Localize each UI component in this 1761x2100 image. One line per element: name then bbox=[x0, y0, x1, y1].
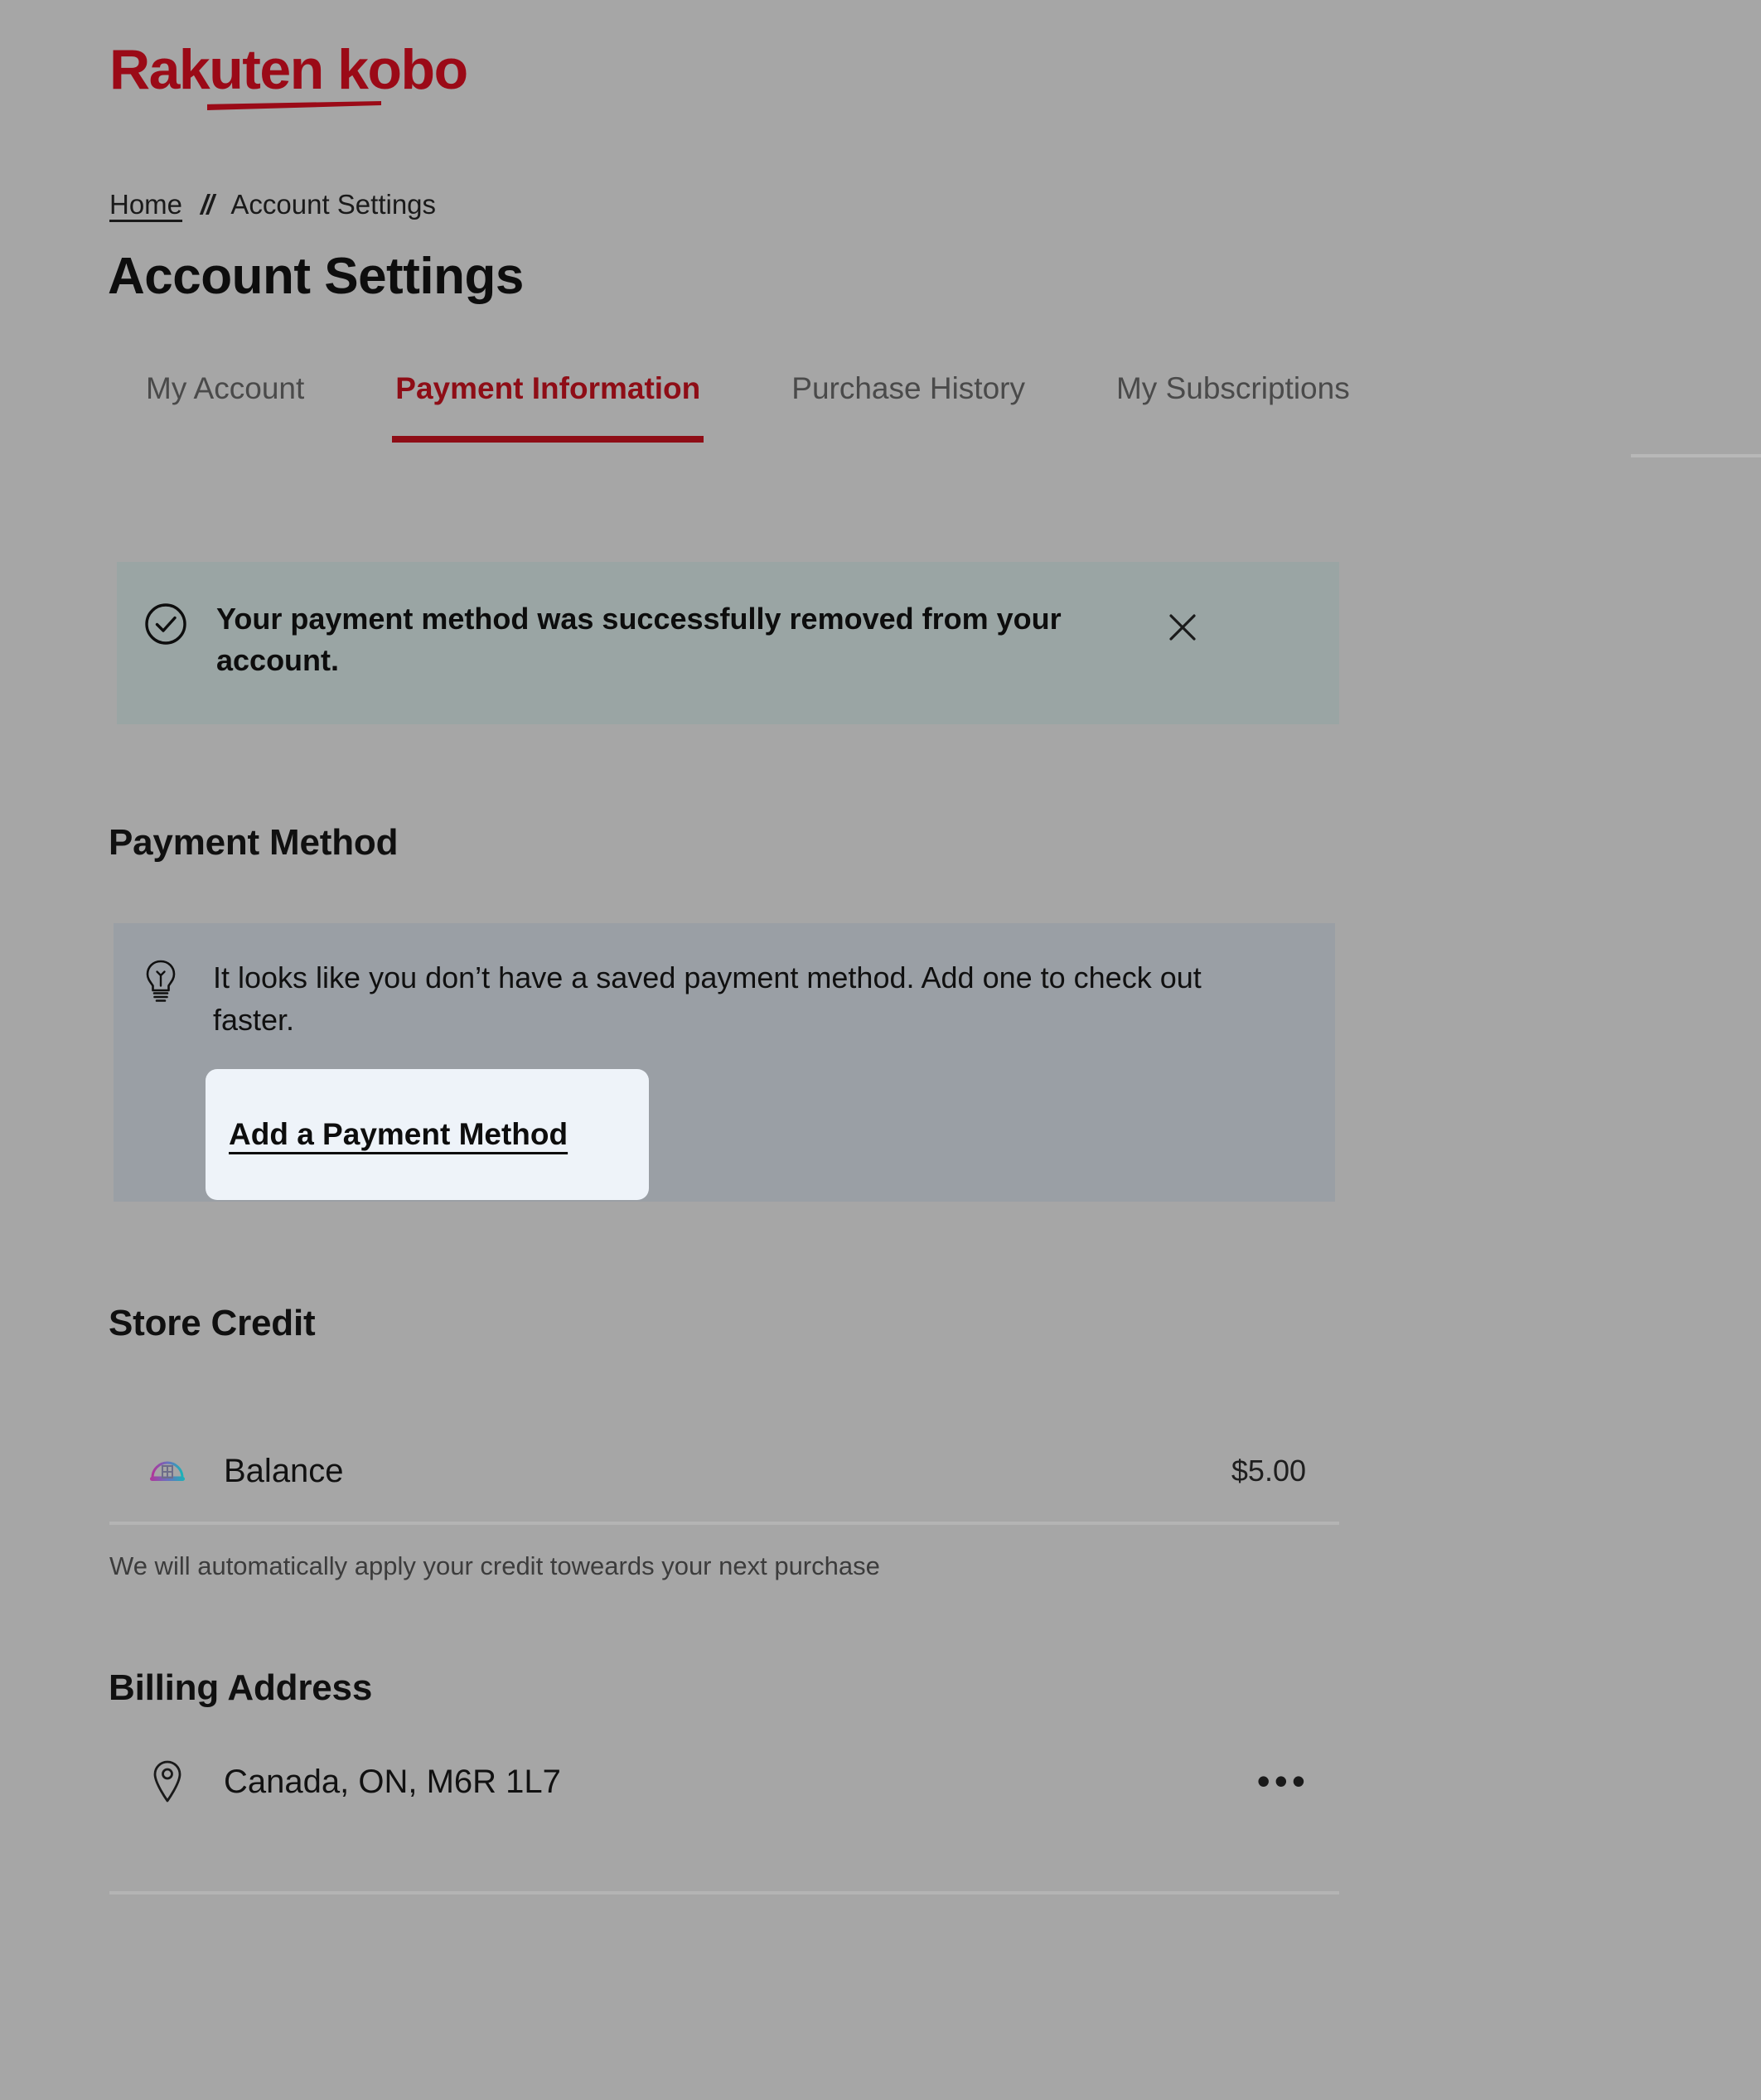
breadcrumb: Home // Account Settings bbox=[109, 189, 436, 220]
lightbulb-icon bbox=[142, 958, 180, 1006]
balance-amount: $5.00 bbox=[1231, 1454, 1306, 1488]
rakuten-kobo-logo[interactable]: Rakuten kobo bbox=[109, 38, 468, 110]
store-credit-helper-text: We will automatically apply your credit … bbox=[109, 1551, 880, 1580]
billing-address-divider bbox=[109, 1891, 1339, 1894]
check-circle-icon bbox=[143, 602, 188, 646]
logo-swoosh-icon bbox=[207, 101, 381, 110]
settings-tabs: My Account Payment Information Purchase … bbox=[146, 371, 1350, 443]
close-icon[interactable] bbox=[1157, 602, 1208, 653]
breadcrumb-home-link[interactable]: Home bbox=[109, 189, 182, 220]
account-settings-page: Rakuten kobo Home // Account Settings Ac… bbox=[0, 0, 1761, 2100]
breadcrumb-separator: // bbox=[201, 189, 214, 220]
wallet-icon bbox=[144, 1448, 191, 1494]
billing-address-heading: Billing Address bbox=[109, 1667, 373, 1708]
tabs-divider bbox=[1631, 454, 1761, 457]
tab-my-subscriptions[interactable]: My Subscriptions bbox=[1116, 371, 1350, 443]
map-pin-icon bbox=[144, 1759, 191, 1805]
breadcrumb-current: Account Settings bbox=[230, 189, 437, 220]
success-banner-message: Your payment method was successfully rem… bbox=[216, 602, 1062, 677]
tab-payment-information[interactable]: Payment Information bbox=[392, 371, 704, 443]
success-banner: Your payment method was successfully rem… bbox=[117, 562, 1339, 724]
add-payment-method-label: Add a Payment Method bbox=[229, 1117, 568, 1151]
payment-method-heading: Payment Method bbox=[109, 822, 399, 863]
billing-address-menu-button[interactable]: ••• bbox=[1257, 1763, 1309, 1800]
payment-method-empty-message: It looks like you don’t have a saved pay… bbox=[213, 960, 1202, 1038]
billing-address-value: Canada, ON, M6R 1L7 bbox=[224, 1763, 561, 1800]
add-payment-method-button[interactable]: Add a Payment Method bbox=[206, 1069, 649, 1200]
balance-label: Balance bbox=[224, 1452, 344, 1489]
payment-method-empty-state: It looks like you don’t have a saved pay… bbox=[142, 956, 1335, 1041]
tab-purchase-history[interactable]: Purchase History bbox=[791, 371, 1025, 443]
page-title: Account Settings bbox=[108, 248, 524, 305]
store-credit-divider bbox=[109, 1522, 1339, 1525]
store-credit-balance-row: Balance $5.00 bbox=[109, 1430, 1339, 1512]
billing-address-row: Canada, ON, M6R 1L7 ••• bbox=[109, 1740, 1339, 1823]
tab-my-account[interactable]: My Account bbox=[146, 371, 304, 443]
store-credit-heading: Store Credit bbox=[109, 1303, 316, 1343]
logo-text: Rakuten kobo bbox=[109, 38, 468, 101]
